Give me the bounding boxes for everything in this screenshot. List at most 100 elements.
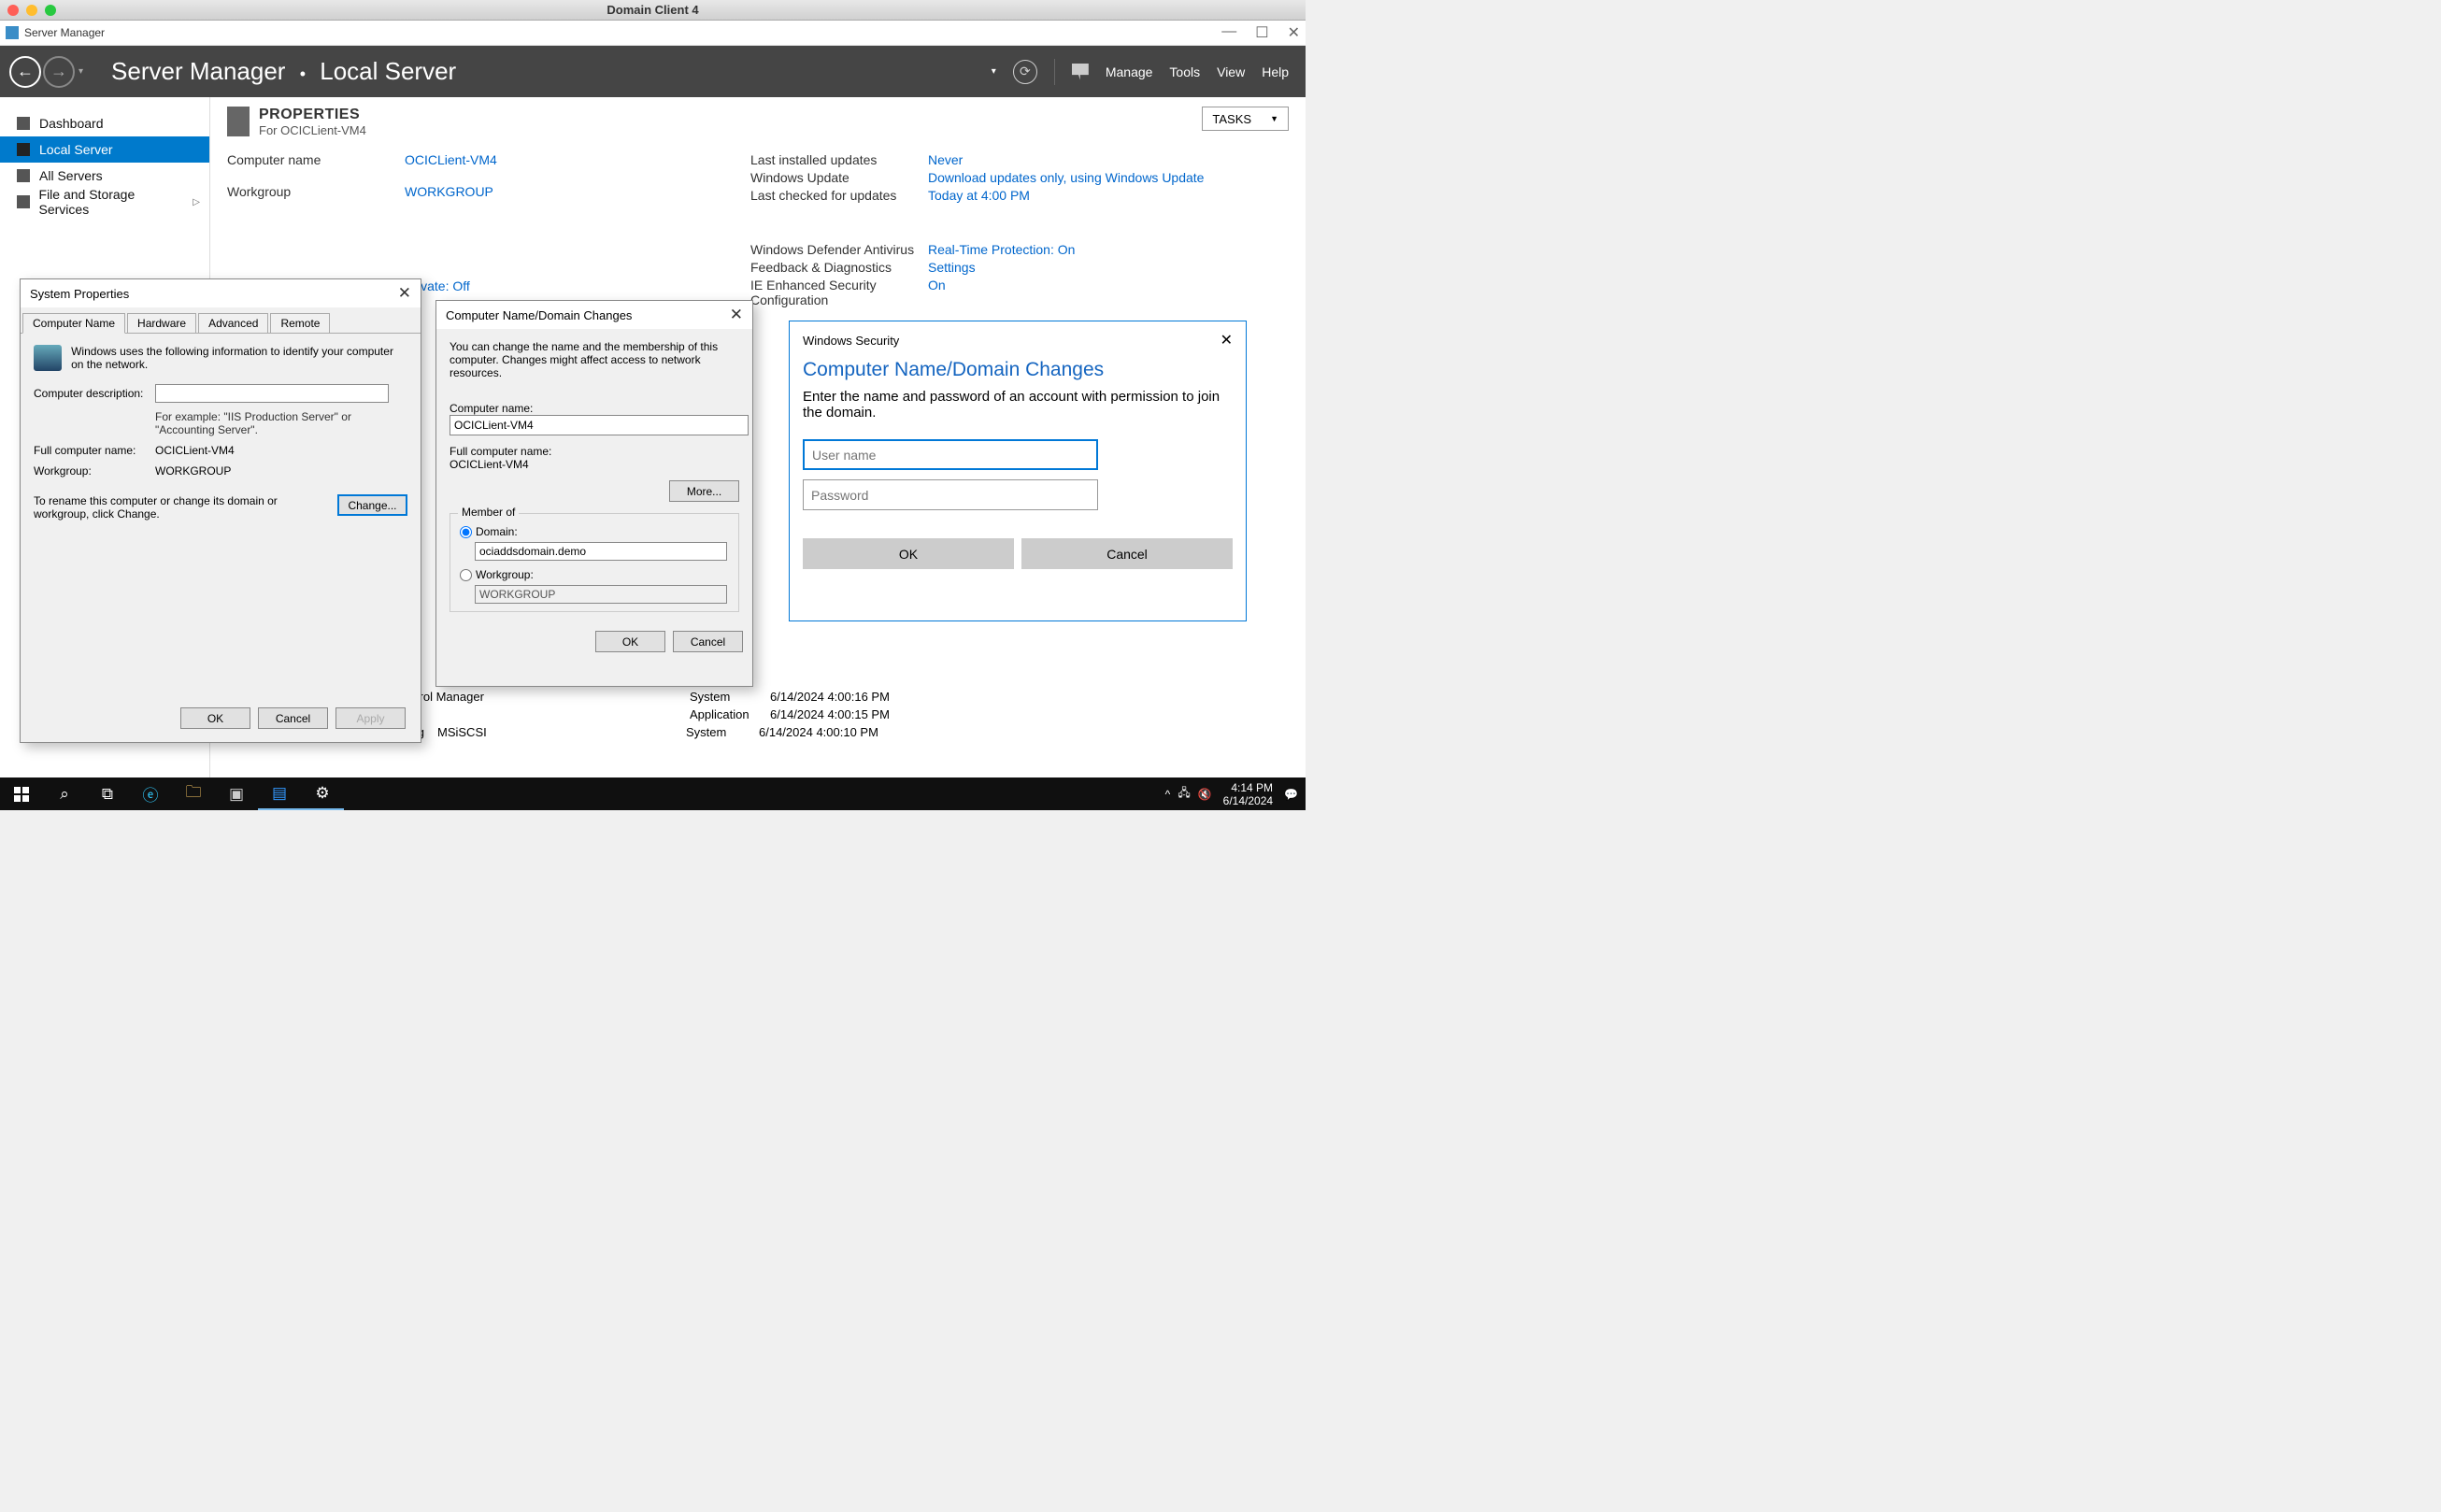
menu-view[interactable]: View — [1217, 64, 1245, 79]
description-hint: For example: "IIS Production Server" or … — [155, 410, 407, 436]
description-input[interactable] — [155, 384, 389, 403]
refresh-icon[interactable]: ⟳ — [1013, 60, 1037, 84]
nav-back-button[interactable]: ← — [9, 56, 41, 88]
separator — [1054, 59, 1055, 85]
ok-button[interactable]: OK — [803, 538, 1014, 569]
tabs: Computer Name Hardware Advanced Remote — [21, 307, 421, 334]
dropdown-icon[interactable]: ▾ — [992, 66, 996, 77]
maximize-icon[interactable]: ☐ — [1255, 23, 1268, 42]
close-icon[interactable]: ✕ — [398, 284, 411, 303]
dialog-title: System Properties — [30, 287, 129, 301]
menu-help[interactable]: Help — [1262, 64, 1289, 79]
notifications-flag-icon[interactable] — [1072, 64, 1089, 80]
close-icon[interactable]: ✕ — [730, 306, 743, 324]
sidebar-item-all-servers[interactable]: All Servers — [0, 163, 209, 189]
network-icon[interactable]: 🖧 — [1178, 784, 1190, 804]
mac-window-title: Domain Client 4 — [607, 3, 698, 17]
sidebar-item-dashboard[interactable]: Dashboard — [0, 110, 209, 136]
dialog-titlebar: System Properties ✕ — [21, 279, 421, 307]
tray-chevron-icon[interactable]: ^ — [1165, 788, 1171, 801]
menu-tools[interactable]: Tools — [1169, 64, 1200, 79]
workgroup-input — [475, 585, 727, 604]
search-icon[interactable]: ⌕ — [43, 777, 86, 810]
computer-name-input[interactable] — [450, 415, 749, 435]
storage-icon — [17, 195, 30, 208]
minimize-icon[interactable]: — — [1221, 23, 1236, 42]
clock[interactable]: 4:14 PM 6/14/2024 — [1223, 781, 1273, 807]
start-button[interactable] — [0, 777, 43, 810]
computer-name-label: Computer name: — [450, 402, 739, 415]
domain-radio[interactable] — [460, 526, 472, 538]
computer-icon — [34, 345, 62, 371]
prop-value-antivirus[interactable]: Real-Time Protection: On — [928, 242, 1289, 257]
mac-close-button[interactable] — [7, 5, 19, 16]
action-center-icon[interactable]: 💬 — [1284, 788, 1298, 801]
prop-label: Computer name — [227, 152, 405, 181]
description-label: Computer description: — [34, 387, 155, 400]
sidebar-item-file-storage[interactable]: File and Storage Services ▷ — [0, 189, 209, 215]
domain-input[interactable] — [475, 542, 727, 561]
ok-button[interactable]: OK — [180, 707, 250, 729]
more-button[interactable]: More... — [669, 480, 739, 502]
tab-advanced[interactable]: Advanced — [198, 313, 268, 333]
close-icon[interactable]: ✕ — [1220, 331, 1233, 349]
full-name-value: OCICLient-VM4 — [155, 444, 407, 457]
prop-value-windows-update[interactable]: Download updates only, using Windows Upd… — [928, 170, 1289, 185]
prop-value-feedback[interactable]: Settings — [928, 260, 1289, 275]
sidebar-item-local-server[interactable]: Local Server — [0, 136, 209, 163]
event-datetime: 6/14/2024 4:00:10 PM — [759, 725, 908, 739]
sidebar-label: All Servers — [39, 168, 103, 183]
tasks-dropdown[interactable]: TASKS ▼ — [1202, 107, 1289, 131]
workgroup-value: WORKGROUP — [155, 464, 407, 478]
powershell-icon[interactable]: ▣ — [215, 777, 258, 810]
tab-hardware[interactable]: Hardware — [127, 313, 196, 333]
username-input[interactable] — [803, 439, 1098, 470]
volume-muted-icon[interactable]: 🔇 — [1198, 788, 1212, 801]
breadcrumb: Server Manager • Local Server — [111, 57, 456, 86]
prop-value-ie-esc[interactable]: On — [928, 278, 1289, 307]
full-name-value: OCICLient-VM4 — [450, 458, 739, 471]
mac-minimize-button[interactable] — [26, 5, 37, 16]
menu-manage[interactable]: Manage — [1106, 64, 1153, 79]
event-datetime: 6/14/2024 4:00:15 PM — [770, 707, 920, 721]
prop-label: Last checked for updates — [750, 188, 928, 203]
task-view-icon[interactable]: ⧉ — [86, 777, 129, 810]
prop-label: Workgroup — [227, 184, 405, 213]
header-bar: ← → ▾ Server Manager • Local Server ▾ ⟳ … — [0, 46, 1306, 97]
workgroup-radio[interactable] — [460, 569, 472, 581]
domain-label: Domain: — [476, 525, 518, 538]
prop-value-workgroup[interactable]: WORKGROUP — [405, 184, 750, 213]
full-name-label: Full computer name: — [34, 444, 155, 457]
apply-button[interactable]: Apply — [335, 707, 406, 729]
dashboard-icon — [17, 117, 30, 130]
tab-computer-name[interactable]: Computer Name — [22, 313, 125, 334]
ok-button[interactable]: OK — [595, 631, 665, 652]
breadcrumb-page: Local Server — [320, 57, 456, 85]
prop-value-computer-name[interactable]: OCICLient-VM4 — [405, 152, 750, 181]
properties-title: PROPERTIES — [259, 107, 366, 123]
cancel-button[interactable]: Cancel — [673, 631, 743, 652]
close-icon[interactable]: ✕ — [1288, 23, 1300, 42]
chevron-right-icon: • — [300, 64, 306, 83]
tab-remote[interactable]: Remote — [270, 313, 330, 333]
ie-icon[interactable]: ⓔ — [129, 777, 172, 810]
breadcrumb-root[interactable]: Server Manager — [111, 57, 285, 85]
cancel-button[interactable]: Cancel — [258, 707, 328, 729]
system-dialog-taskbar-icon[interactable]: ⚙ — [301, 777, 344, 810]
cancel-button[interactable]: Cancel — [1021, 538, 1233, 569]
password-input[interactable] — [803, 479, 1098, 510]
nav-forward-button[interactable]: → — [43, 56, 75, 88]
server-manager-taskbar-icon[interactable]: ▤ — [258, 777, 301, 810]
change-button[interactable]: Change... — [337, 494, 407, 516]
mac-maximize-button[interactable] — [45, 5, 56, 16]
full-name-label: Full computer name: — [450, 445, 739, 458]
nav-dropdown-icon[interactable]: ▾ — [79, 66, 83, 77]
workgroup-label: Workgroup: — [476, 568, 534, 581]
prop-value-last-checked[interactable]: Today at 4:00 PM — [928, 188, 1289, 203]
dialog-heading: Computer Name/Domain Changes — [790, 353, 1246, 387]
prop-value-last-updates[interactable]: Never — [928, 152, 1289, 167]
explorer-icon[interactable]: 🗀 — [172, 777, 215, 810]
sidebar-label: File and Storage Services — [39, 187, 184, 217]
system-properties-dialog: System Properties ✕ Computer Name Hardwa… — [20, 278, 421, 743]
dialog-title: Windows Security — [803, 334, 899, 348]
